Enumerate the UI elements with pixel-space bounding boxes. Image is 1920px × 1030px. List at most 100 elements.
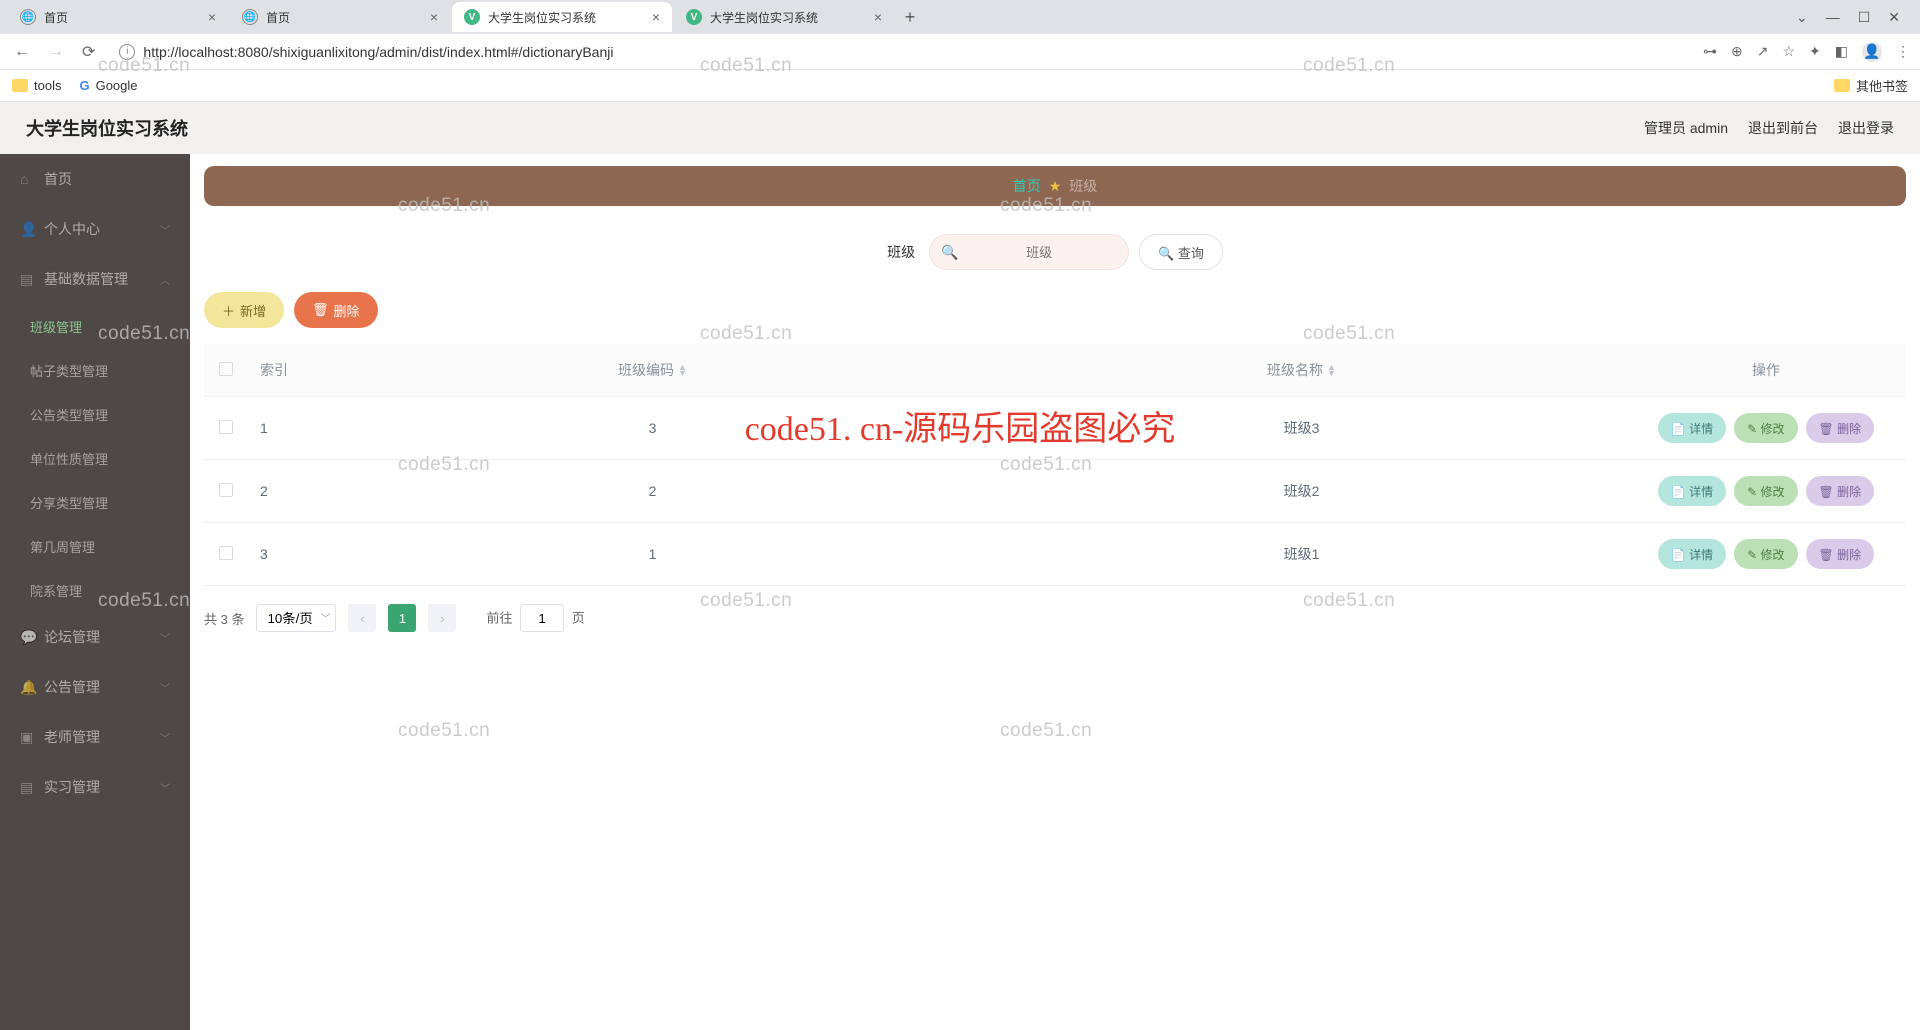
- delete-button[interactable]: 🗑 删除: [294, 292, 378, 328]
- browser-tab-active[interactable]: V 大学生岗位实习系统 ×: [452, 2, 672, 32]
- sidebar-item-notice[interactable]: 🔔公告管理﹀: [0, 662, 190, 712]
- page-jump-input[interactable]: [520, 604, 564, 632]
- globe-icon: 🌐: [242, 9, 258, 25]
- select-all-checkbox[interactable]: [219, 362, 233, 376]
- th-code[interactable]: 班级编码▲▼: [328, 344, 977, 397]
- new-tab-button[interactable]: +: [896, 3, 924, 31]
- browser-tabs: 🌐 首页 × 🌐 首页 × V 大学生岗位实习系统 × V 大学生岗位实习系统 …: [0, 0, 1920, 34]
- close-icon[interactable]: ×: [870, 7, 886, 27]
- sidebar-subitem-sharetype[interactable]: 分享类型管理: [0, 480, 190, 524]
- minimize-icon[interactable]: —: [1826, 9, 1840, 26]
- browser-tab[interactable]: 🌐 首页 ×: [8, 2, 228, 32]
- back-button[interactable]: ←: [10, 39, 34, 65]
- chevron-down-icon: ﹀: [160, 780, 170, 795]
- key-icon[interactable]: ⊶: [1703, 43, 1717, 60]
- next-page-button[interactable]: ›: [428, 604, 456, 632]
- sidebar-item-teacher[interactable]: ▣老师管理﹀: [0, 712, 190, 762]
- address-bar: ← → ⟳ i http://localhost:8080/shixiguanl…: [0, 34, 1920, 70]
- chevron-up-icon: ︿: [160, 272, 170, 287]
- cell-code: 1: [328, 523, 977, 586]
- close-icon[interactable]: ×: [648, 7, 664, 27]
- detail-button[interactable]: 📄 详情: [1658, 413, 1726, 443]
- side-panel-icon[interactable]: ◧: [1835, 43, 1848, 60]
- url-text: http://localhost:8080/shixiguanlixitong/…: [143, 44, 613, 60]
- url-box[interactable]: i http://localhost:8080/shixiguanlixiton…: [109, 38, 1693, 66]
- pagination-total: 共 3 条: [204, 609, 244, 628]
- share-icon[interactable]: ↗: [1757, 43, 1769, 60]
- logout-link[interactable]: 退出登录: [1838, 118, 1894, 138]
- tab-title: 大学生岗位实习系统: [710, 9, 870, 26]
- table-row: 22班级2📄 详情✎ 修改🗑 删除: [204, 460, 1906, 523]
- data-icon: ▤: [20, 271, 34, 288]
- user-icon: 👤: [20, 221, 34, 238]
- search-button[interactable]: 🔍 查询: [1139, 234, 1223, 270]
- vue-icon: V: [464, 9, 480, 25]
- edit-button[interactable]: ✎ 修改: [1734, 413, 1797, 443]
- browser-tab[interactable]: 🌐 首页 ×: [230, 2, 450, 32]
- chevron-down-icon: ﹀: [160, 680, 170, 695]
- add-button[interactable]: ＋ 新增: [204, 292, 284, 328]
- edit-button[interactable]: ✎ 修改: [1734, 539, 1797, 569]
- zoom-icon[interactable]: ⊕: [1731, 43, 1743, 60]
- reload-button[interactable]: ⟳: [78, 38, 99, 66]
- folder-icon: [12, 79, 28, 92]
- bookmark-tools[interactable]: tools: [12, 78, 61, 93]
- cell-index: 1: [248, 397, 328, 460]
- page-size-select[interactable]: 10条/页: [256, 604, 336, 632]
- detail-button[interactable]: 📄 详情: [1658, 476, 1726, 506]
- profile-icon[interactable]: 👤: [1862, 42, 1882, 62]
- sort-icon: ▲▼: [678, 364, 687, 376]
- maximize-icon[interactable]: ☐: [1858, 9, 1871, 26]
- breadcrumb: 首页 ★ 班级: [204, 166, 1906, 206]
- sidebar-item-personal[interactable]: 👤个人中心﹀: [0, 204, 190, 254]
- sidebar-subitem-noticetype[interactable]: 公告类型管理: [0, 392, 190, 436]
- bookmarks-bar: tools GGoogle 其他书签: [0, 70, 1920, 102]
- home-icon: ⌂: [20, 171, 34, 187]
- current-user[interactable]: 管理员 admin: [1644, 118, 1728, 138]
- sidebar-item-home[interactable]: ⌂首页: [0, 154, 190, 204]
- row-checkbox[interactable]: [219, 546, 233, 560]
- app-title: 大学生岗位实习系统: [26, 115, 188, 141]
- remove-button[interactable]: 🗑 删除: [1806, 476, 1875, 506]
- close-icon[interactable]: ×: [204, 7, 220, 27]
- page-number[interactable]: 1: [388, 604, 416, 632]
- sidebar-item-basedata[interactable]: ▤基础数据管理︿: [0, 254, 190, 304]
- cell-code: 3: [328, 397, 977, 460]
- sidebar-subitem-department[interactable]: 院系管理: [0, 568, 190, 612]
- th-name[interactable]: 班级名称▲▼: [977, 344, 1626, 397]
- row-checkbox[interactable]: [219, 483, 233, 497]
- remove-button[interactable]: 🗑 删除: [1806, 413, 1875, 443]
- menu-icon[interactable]: ⋮: [1896, 43, 1910, 60]
- site-info-icon[interactable]: i: [119, 44, 135, 60]
- sidebar-item-forum[interactable]: 💬论坛管理﹀: [0, 612, 190, 662]
- detail-button[interactable]: 📄 详情: [1658, 539, 1726, 569]
- bookmark-google[interactable]: GGoogle: [79, 78, 137, 93]
- vue-icon: V: [686, 9, 702, 25]
- close-window-icon[interactable]: ✕: [1888, 9, 1900, 26]
- star-icon[interactable]: ☆: [1782, 43, 1795, 60]
- caret-down-icon[interactable]: ⌄: [1796, 9, 1808, 26]
- sidebar-subitem-posttype[interactable]: 帖子类型管理: [0, 348, 190, 392]
- edit-button[interactable]: ✎ 修改: [1734, 476, 1797, 506]
- window-controls: ⌄ — ☐ ✕: [1796, 9, 1912, 26]
- bookmark-other[interactable]: 其他书签: [1834, 76, 1908, 95]
- remove-button[interactable]: 🗑 删除: [1806, 539, 1875, 569]
- main-content: 首页 ★ 班级 班级 🔍 🔍 查询 ＋ 新增 🗑 删除 索引 班级编码▲▼ 班级: [190, 154, 1920, 1030]
- exit-to-front-link[interactable]: 退出到前台: [1748, 118, 1818, 138]
- sidebar-subitem-unitnature[interactable]: 单位性质管理: [0, 436, 190, 480]
- close-icon[interactable]: ×: [426, 7, 442, 27]
- breadcrumb-home[interactable]: 首页: [1013, 176, 1041, 196]
- table-row: 31班级1📄 详情✎ 修改🗑 删除: [204, 523, 1906, 586]
- search-input[interactable]: [929, 234, 1129, 270]
- sidebar-subitem-week[interactable]: 第几周管理: [0, 524, 190, 568]
- row-checkbox[interactable]: [219, 420, 233, 434]
- prev-page-button[interactable]: ‹: [348, 604, 376, 632]
- extensions-icon[interactable]: ✦: [1809, 43, 1821, 60]
- sidebar-subitem-class[interactable]: 班级管理: [0, 304, 190, 348]
- browser-tab[interactable]: V 大学生岗位实习系统 ×: [674, 2, 894, 32]
- cell-name: 班级3: [977, 397, 1626, 460]
- tab-title: 首页: [44, 9, 204, 26]
- forward-button[interactable]: →: [44, 39, 68, 65]
- sidebar-item-intern[interactable]: ▤实习管理﹀: [0, 762, 190, 812]
- chevron-down-icon: ﹀: [160, 730, 170, 745]
